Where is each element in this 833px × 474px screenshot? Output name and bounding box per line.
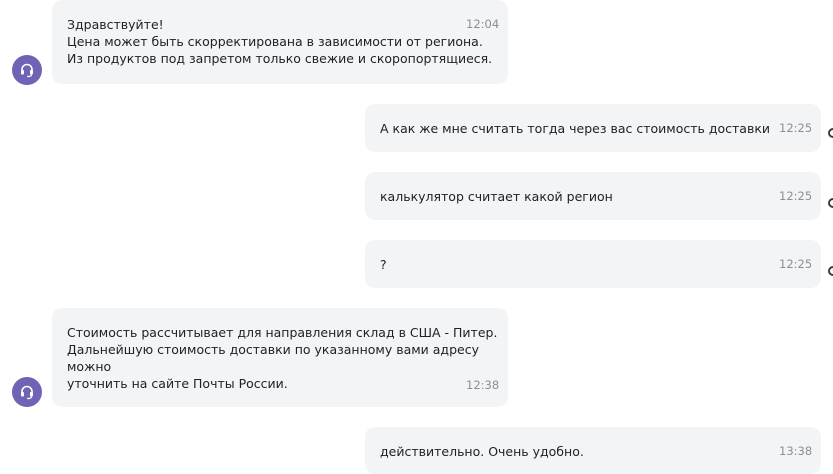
message-text: ?	[380, 257, 387, 272]
message-time: 12:38	[466, 378, 500, 392]
user-avatar	[828, 128, 833, 138]
message-time: 12:25	[779, 257, 813, 271]
operator-avatar	[12, 55, 42, 85]
message-text: Стоимость рассчитывает для направления с…	[67, 325, 498, 391]
headset-icon	[21, 385, 33, 400]
user-message: действительно. Очень удобно. 13:38	[365, 427, 821, 474]
user-message: А как же мне считать тогда через вас сто…	[365, 104, 821, 152]
user-message: ? 12:25	[365, 240, 821, 288]
message-time: 12:04	[466, 17, 500, 31]
chat-history: Здравствуйте! Цена может быть скорректир…	[0, 0, 833, 474]
message-text: А как же мне считать тогда через вас сто…	[380, 121, 771, 136]
user-message: калькулятор считает какой регион 12:25	[365, 172, 821, 220]
message-time: 13:38	[779, 444, 813, 458]
message-time: 12:25	[779, 189, 813, 203]
user-avatar	[828, 266, 833, 276]
message-text: Здравствуйте! Цена может быть скорректир…	[67, 17, 493, 66]
operator-message: Стоимость рассчитывает для направления с…	[52, 308, 508, 407]
user-avatar	[828, 198, 833, 208]
operator-avatar	[12, 377, 42, 407]
message-text: действительно. Очень удобно.	[380, 444, 584, 459]
headset-icon	[21, 63, 33, 78]
message-text: калькулятор считает какой регион	[380, 189, 613, 204]
message-time: 12:25	[779, 121, 813, 135]
operator-message: Здравствуйте! Цена может быть скорректир…	[52, 0, 508, 84]
